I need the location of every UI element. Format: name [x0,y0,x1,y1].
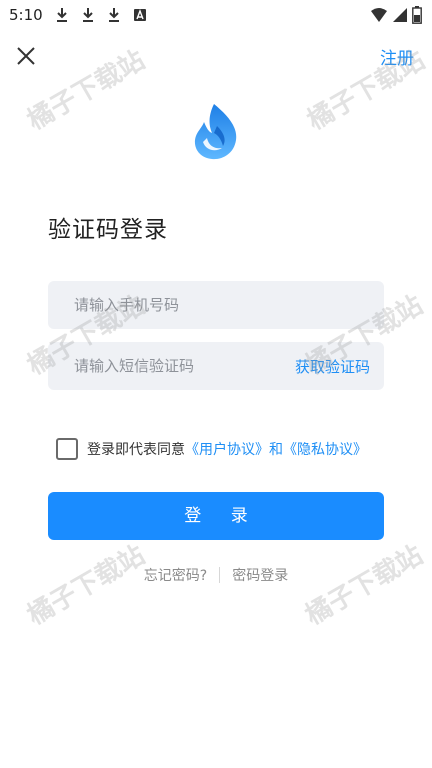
agreement-text: 登录即代表同意《用户协议》和《隐私协议》 [87,439,367,459]
a-icon [134,9,146,21]
get-code-button[interactable]: 获取验证码 [295,356,370,377]
download-icon [83,8,93,22]
wifi-icon [371,8,387,22]
page-title: 验证码登录 [48,217,168,243]
agreement-row: 登录即代表同意《用户协议》和《隐私协议》 [56,438,367,460]
phone-input[interactable] [48,281,278,329]
privacy-policy-link[interactable]: 《隐私协议》 [283,442,367,458]
password-login-link[interactable]: 密码登录 [232,565,288,585]
agreement-prefix: 登录即代表同意 [87,442,185,458]
battery-icon [412,6,422,24]
watermark: 橘子下载站 [22,45,151,137]
signal-icon [393,8,407,22]
status-right-icons [370,6,422,24]
code-field-container: 获取验证码 [48,342,384,390]
divider [219,567,221,583]
phone-field-container [48,281,384,329]
status-time: 5:10 [9,6,43,24]
bottom-links: 忘记密码? 密码登录 [0,565,432,585]
sms-code-input[interactable] [48,342,278,390]
register-link[interactable]: 注册 [380,44,414,69]
close-icon[interactable] [14,44,38,68]
agreement-checkbox[interactable] [56,438,78,460]
status-bar: 5:10 [0,0,432,30]
login-button[interactable]: 登 录 [48,492,384,540]
agreement-conjunction: 和 [269,442,283,458]
flame-logo-icon [194,104,237,160]
download-icon [57,8,67,22]
user-agreement-link[interactable]: 《用户协议》 [185,442,269,458]
download-icon [109,8,119,22]
forgot-password-link[interactable]: 忘记密码? [144,565,207,585]
